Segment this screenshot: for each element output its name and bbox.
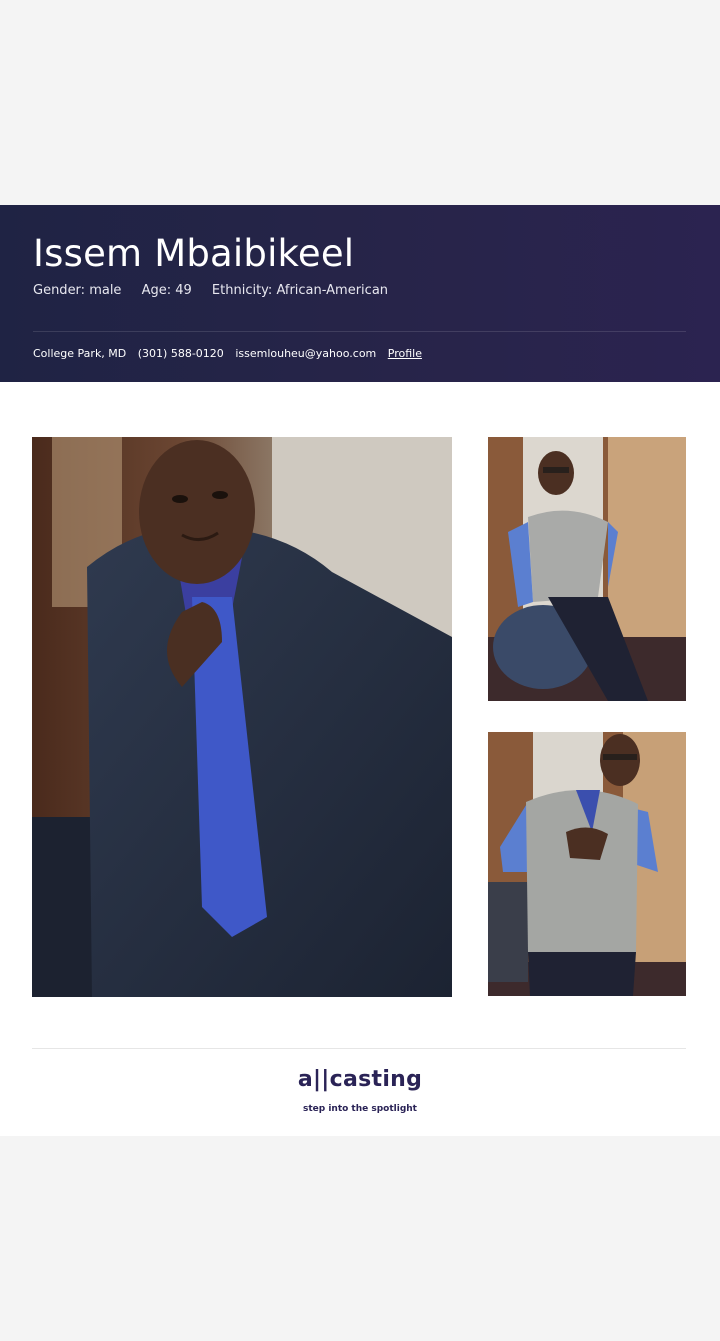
profile-link[interactable]: Profile (388, 347, 422, 360)
allcasting-logo[interactable]: a||casting (0, 1065, 720, 1095)
ethnicity-label: Ethnicity: African-American (211, 283, 389, 298)
standing-vest-photo[interactable] (488, 732, 686, 996)
logo-tagline: step into the spotlight (302, 1104, 417, 1114)
header-divider (33, 331, 686, 332)
location-text: College Park, MD (33, 347, 127, 360)
age-label: Age: 49 (141, 283, 192, 298)
email-text: issemlouheu@yahoo.com (235, 347, 377, 360)
seated-vest-photo[interactable] (488, 437, 686, 701)
profile-header: Issem Mbaibikeel Gender: male Age: 49 Et… (0, 205, 720, 382)
contact-info: College Park, MD (301) 588-0120 issemlou… (33, 347, 430, 361)
gender-label: Gender: male (33, 283, 122, 298)
footer-divider (32, 1048, 686, 1049)
main-headshot-photo[interactable] (32, 437, 452, 997)
profile-attributes: Gender: male Age: 49 Ethnicity: African-… (33, 283, 404, 299)
profile-name: Issem Mbaibikeel (33, 232, 355, 275)
profile-page: Issem Mbaibikeel Gender: male Age: 49 Et… (0, 205, 720, 1136)
phone-text: (301) 588-0120 (137, 347, 224, 360)
